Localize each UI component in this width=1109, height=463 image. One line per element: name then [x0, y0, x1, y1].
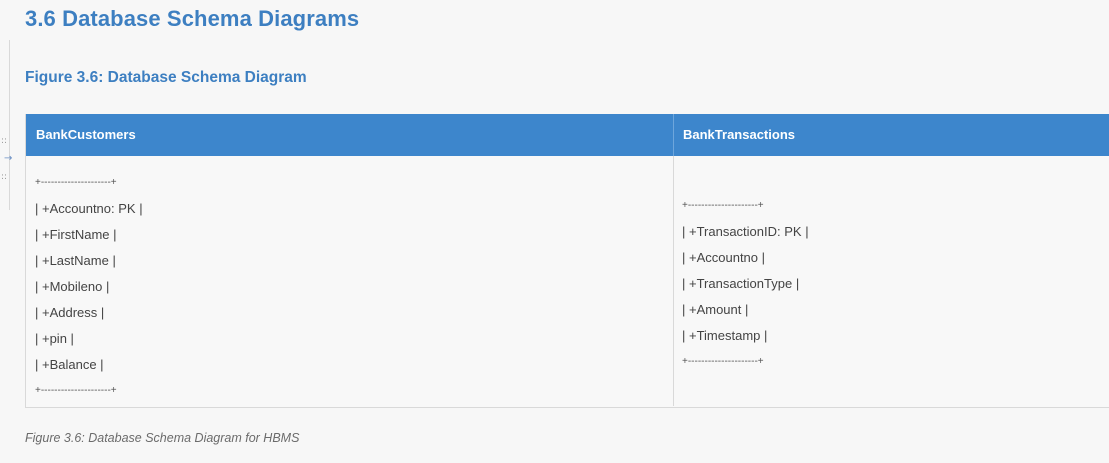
document-page: :: → :: 3.6 Database Schema Diagrams Fig… — [0, 0, 1109, 463]
schema-field: | +Accountno | — [682, 250, 766, 265]
column-divider — [673, 156, 674, 406]
schema-field: | +Accountno: PK | — [35, 201, 143, 216]
schema-table: BankCustomers BankTransactions +--------… — [25, 114, 1109, 408]
schema-field: | +FirstName | — [35, 227, 117, 242]
schema-field: | +Mobileno | — [35, 279, 110, 294]
bank-transactions-schema: +---------------------+ | +TransactionID… — [682, 156, 809, 378]
schema-field: | +Amount | — [682, 302, 749, 317]
schema-field: | +Balance | — [35, 357, 104, 372]
table-header-row: BankCustomers BankTransactions — [26, 114, 1109, 156]
drag-handle-icon[interactable]: :: — [0, 132, 14, 150]
schema-field: | +pin | — [35, 331, 74, 346]
header-bank-customers: BankCustomers — [26, 114, 674, 156]
figure-title: Figure 3.6: Database Schema Diagram — [25, 69, 307, 86]
block-gutter-handle[interactable]: :: → :: — [0, 132, 14, 192]
schema-field: | +Address | — [35, 305, 105, 320]
drag-handle-icon[interactable]: :: — [0, 168, 14, 186]
bank-customers-schema: +---------------------+ | +Accountno: PK… — [35, 156, 143, 407]
arrow-right-icon[interactable]: → — [0, 150, 14, 168]
section-title: 3.6 Database Schema Diagrams — [25, 6, 360, 31]
schema-border-line: +---------------------+ — [682, 356, 764, 367]
schema-field: | +TransactionID: PK | — [682, 224, 809, 239]
header-bank-transactions: BankTransactions — [683, 127, 795, 142]
schema-border-line: +---------------------+ — [35, 385, 117, 396]
figure-caption: Figure 3.6: Database Schema Diagram for … — [25, 431, 300, 445]
schema-field: | +LastName | — [35, 253, 116, 268]
schema-field: | +Timestamp | — [682, 328, 768, 343]
schema-border-line: +---------------------+ — [682, 200, 764, 211]
schema-border-line: +---------------------+ — [35, 177, 117, 188]
schema-field: | +TransactionType | — [682, 276, 800, 291]
